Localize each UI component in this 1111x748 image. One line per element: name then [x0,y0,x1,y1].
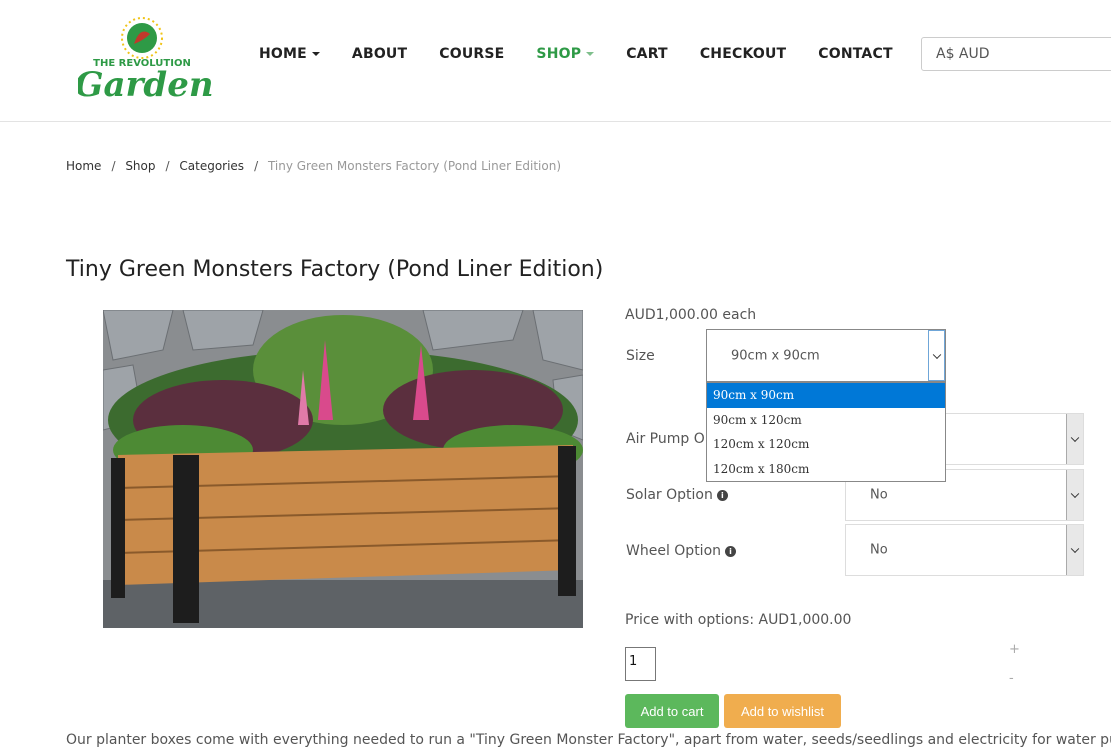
chevron-down-icon[interactable] [1066,414,1083,464]
size-option[interactable]: 120cm x 180cm [707,457,945,482]
air-pump-label: Air Pump Op [626,431,714,447]
breadcrumb-home[interactable]: Home [66,159,101,173]
price-each: AUD1,000.00 each [625,307,757,323]
size-label: Size [626,348,655,364]
solar-value: No [870,487,888,503]
currency-select[interactable]: A$ AUD [921,37,1111,71]
product-description: Our planter boxes come with everything n… [66,732,1111,748]
add-to-wishlist-button[interactable]: Add to wishlist [724,694,841,728]
chevron-down-icon[interactable] [1066,470,1083,520]
breadcrumb-current: Tiny Green Monsters Factory (Pond Liner … [267,159,562,173]
logo-line2: Garden [78,65,213,104]
product-image[interactable] [103,310,583,628]
price-with-options: Price with options: AUD1,000.00 [625,612,852,628]
wheel-label: Wheel Option i [626,543,737,559]
main-nav: HOME ABOUT COURSE SHOP CART CHECKOUT CON… [259,46,925,62]
quantity-plus-button[interactable]: + [1009,642,1020,657]
chevron-down-icon[interactable] [928,330,945,381]
site-logo[interactable]: THE REVOLUTION Garden [78,14,213,104]
nav-checkout[interactable]: CHECKOUT [700,46,786,62]
size-selected-value: 90cm x 90cm [731,348,820,363]
breadcrumb: Home / Shop / Categories / Tiny Green Monst… [66,159,562,173]
size-select[interactable]: 90cm x 90cm [706,329,946,382]
size-dropdown: 90cm x 90cm 90cm x 120cm 120cm x 120cm 1… [706,382,946,482]
size-option[interactable]: 120cm x 120cm [707,432,945,457]
add-to-cart-button[interactable]: Add to cart [625,694,719,728]
chevron-down-icon[interactable] [1066,525,1083,575]
breadcrumb-categories[interactable]: Categories [179,159,244,173]
size-option[interactable]: 90cm x 120cm [707,408,945,433]
nav-cart[interactable]: CART [626,46,668,62]
wheel-value: No [870,542,888,558]
quantity-input[interactable]: 1 [625,647,656,681]
quantity-minus-button[interactable]: - [1009,671,1014,686]
product-title: Tiny Green Monsters Factory (Pond Liner … [66,257,604,282]
breadcrumb-shop[interactable]: Shop [125,159,155,173]
site-header: THE REVOLUTION Garden HOME ABOUT COURSE … [0,0,1111,122]
wheel-select[interactable]: No [845,524,1084,576]
nav-course[interactable]: COURSE [439,46,504,62]
nav-home[interactable]: HOME [259,46,320,62]
solar-label: Solar Option i [626,487,728,503]
nav-contact[interactable]: CONTACT [818,46,892,62]
chevron-down-icon [586,52,595,56]
nav-shop[interactable]: SHOP [536,46,595,62]
chevron-down-icon [311,52,320,56]
info-icon[interactable]: i [716,490,728,501]
info-icon[interactable]: i [725,546,737,557]
size-option[interactable]: 90cm x 90cm [707,383,945,408]
nav-about[interactable]: ABOUT [352,46,407,62]
